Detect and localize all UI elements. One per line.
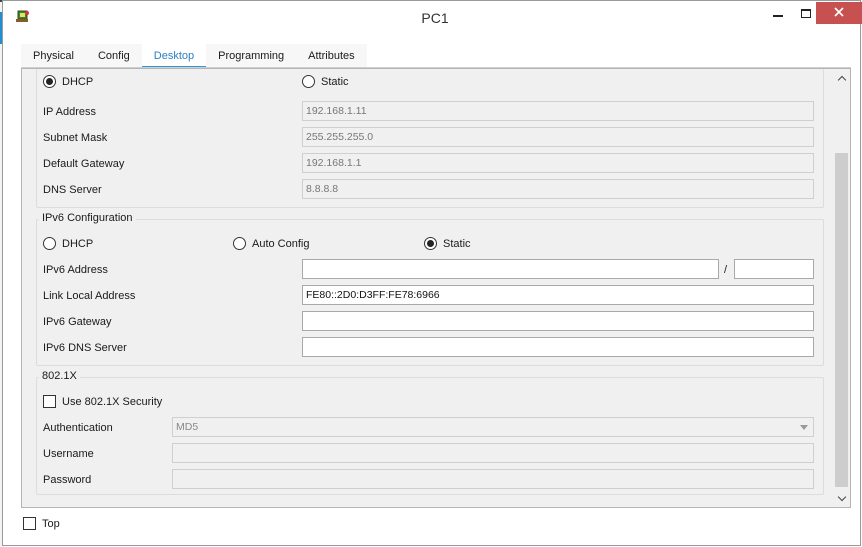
ipv6-dhcp-radio[interactable]: DHCP — [43, 237, 93, 250]
minimize-icon — [773, 15, 783, 17]
top-checkbox[interactable]: Top — [23, 517, 60, 530]
ipv6-dns-server-label: IPv6 DNS Server — [43, 342, 127, 354]
maximize-icon — [801, 8, 811, 18]
minimize-button[interactable] — [765, 2, 791, 24]
username-label: Username — [43, 448, 94, 460]
ipv4-static-label: Static — [321, 75, 349, 88]
authentication-label: Authentication — [43, 422, 113, 434]
tab-programming[interactable]: Programming — [206, 44, 297, 68]
ipv4-dhcp-radio[interactable]: DHCP — [43, 75, 93, 88]
ipv6-gateway-field[interactable] — [302, 311, 814, 331]
subnet-mask-label: Subnet Mask — [43, 132, 108, 144]
ipv6-address-label: IPv6 Address — [43, 264, 108, 276]
subnet-mask-field[interactable]: 255.255.255.0 — [302, 127, 814, 147]
dot1x-group-title: 802.1X — [39, 370, 80, 382]
close-button[interactable] — [816, 2, 862, 24]
tab-attributes[interactable]: Attributes — [296, 44, 367, 68]
window-title: PC1 — [421, 10, 449, 26]
authentication-selected-value: MD5 — [176, 421, 199, 433]
radio-circle — [43, 237, 56, 250]
ip-address-label: IP Address — [43, 106, 96, 118]
use-8021x-security-checkbox[interactable]: Use 802.1X Security — [43, 395, 162, 408]
ip-configuration-panel: DHCP Static IP Address 192.168.1.11 Subn… — [21, 68, 851, 508]
chevron-up-icon — [837, 75, 846, 84]
ipv4-dhcp-label: DHCP — [62, 75, 94, 88]
title-bar[interactable]: PC1 — [3, 1, 862, 33]
link-local-address-field[interactable]: FE80::2D0:D3FF:FE78:6966 — [302, 285, 814, 305]
ipv6-dhcp-label: DHCP — [62, 237, 94, 250]
dns-server-label: DNS Server — [43, 184, 102, 196]
radio-circle — [302, 75, 315, 88]
scrollbar-thumb[interactable] — [835, 153, 848, 487]
username-field[interactable] — [172, 443, 814, 463]
tab-bar: Physical Config Desktop Programming Attr… — [21, 44, 367, 69]
vertical-scrollbar[interactable] — [833, 69, 850, 507]
ip-address-field[interactable]: 192.168.1.11 — [302, 101, 814, 121]
default-gateway-field[interactable]: 192.168.1.1 — [302, 153, 814, 173]
ipv6-auto-config-label: Auto Config — [252, 237, 310, 250]
dropdown-arrow-icon — [800, 425, 808, 430]
radio-circle — [43, 75, 56, 88]
ipv6-auto-config-radio[interactable]: Auto Config — [233, 237, 309, 250]
ipv4-static-radio[interactable]: Static — [302, 75, 349, 88]
radio-selected-dot — [427, 240, 434, 247]
tab-physical[interactable]: Physical — [21, 44, 86, 68]
radio-circle — [424, 237, 437, 250]
default-gateway-label: Default Gateway — [43, 158, 125, 170]
tab-desktop[interactable]: Desktop — [141, 44, 207, 69]
ipv6-static-label: Static — [443, 237, 471, 250]
password-field[interactable] — [172, 469, 814, 489]
prefix-separator: / — [724, 264, 728, 276]
authentication-select[interactable]: MD5 — [172, 417, 814, 437]
checkbox-box — [43, 395, 56, 408]
dns-server-field[interactable]: 8.8.8.8 — [302, 179, 814, 199]
password-label: Password — [43, 474, 92, 486]
chevron-down-icon — [837, 492, 846, 501]
ipv6-dns-server-field[interactable] — [302, 337, 814, 357]
link-local-address-label: Link Local Address — [43, 290, 136, 302]
ipv6-static-radio[interactable]: Static — [424, 237, 471, 250]
use-8021x-security-label: Use 802.1X Security — [62, 395, 163, 408]
tab-config[interactable]: Config — [85, 44, 142, 68]
ipv6-gateway-label: IPv6 Gateway — [43, 316, 112, 328]
top-checkbox-label: Top — [42, 517, 60, 530]
scroll-up-button[interactable] — [833, 69, 850, 86]
ipv6-address-field[interactable] — [302, 259, 719, 279]
radio-circle — [233, 237, 246, 250]
scroll-down-button[interactable] — [833, 490, 850, 507]
ipv6-group-title: IPv6 Configuration — [39, 212, 136, 224]
checkbox-box — [23, 517, 36, 530]
radio-selected-dot — [46, 78, 53, 85]
close-icon — [834, 6, 844, 20]
pc1-window: PC1 Physical Config Desktop Programming … — [2, 0, 862, 546]
ipv6-prefix-length-field[interactable] — [734, 259, 814, 279]
